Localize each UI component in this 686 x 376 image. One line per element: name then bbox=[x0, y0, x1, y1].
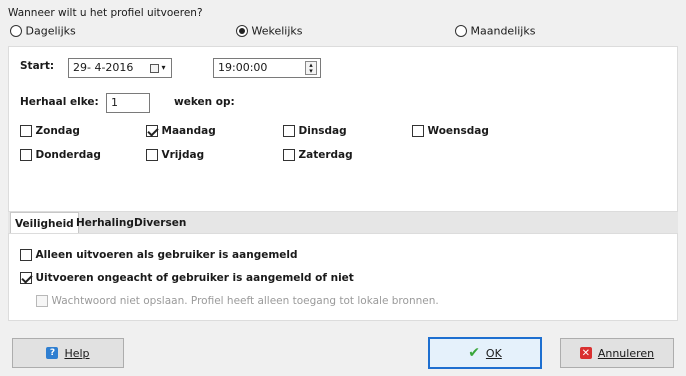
day-dinsdag-label: Dinsdag bbox=[298, 125, 347, 137]
checkbox-dinsdag[interactable] bbox=[283, 125, 295, 137]
checkbox-woensdag[interactable] bbox=[412, 125, 424, 137]
cancel-button-label: Annuleren bbox=[597, 346, 655, 360]
checkbox-vrijdag[interactable] bbox=[146, 149, 158, 161]
repeat-interval-input[interactable]: 1 bbox=[106, 93, 150, 113]
day-donderdag-label: Donderdag bbox=[35, 149, 101, 161]
time-field[interactable]: 19:00:00 ▴ ▾ bbox=[213, 58, 321, 78]
date-value: 29- 4-2016 bbox=[73, 61, 134, 74]
radio-wekelijks-indicator[interactable] bbox=[236, 25, 248, 37]
day-zondag[interactable]: Zondag bbox=[20, 124, 80, 137]
radio-wekelijks-label: Wekelijks bbox=[251, 24, 303, 38]
close-icon: ✕ bbox=[579, 347, 592, 359]
day-zaterdag[interactable]: Zaterdag bbox=[283, 148, 353, 161]
help-icon: ? bbox=[46, 347, 59, 359]
date-picker[interactable]: 29- 4-2016 ▾ bbox=[68, 58, 172, 78]
day-dinsdag[interactable]: Dinsdag bbox=[283, 124, 347, 137]
option-regardless[interactable]: Uitvoeren ongeacht of gebruiker is aange… bbox=[20, 271, 354, 284]
radio-dagelijks-indicator[interactable] bbox=[10, 25, 22, 37]
radio-dagelijks-label: Dagelijks bbox=[25, 24, 76, 38]
checkbox-regardless[interactable] bbox=[20, 272, 32, 284]
checkmark-icon: ✔ bbox=[468, 345, 480, 361]
radio-wekelijks[interactable]: Wekelijks bbox=[236, 24, 303, 38]
help-button[interactable]: ? Help bbox=[12, 338, 124, 368]
time-spinner-icon[interactable]: ▴ ▾ bbox=[305, 61, 317, 75]
day-vrijdag[interactable]: Vrijdag bbox=[146, 148, 204, 161]
radio-maandelijks-indicator[interactable] bbox=[455, 25, 467, 37]
radio-dagelijks[interactable]: Dagelijks bbox=[10, 24, 76, 38]
tab-veiligheid[interactable]: Veiligheid bbox=[10, 212, 79, 234]
day-donderdag[interactable]: Donderdag bbox=[20, 148, 101, 161]
option-only-logged-on[interactable]: Alleen uitvoeren als gebruiker is aangem… bbox=[20, 248, 298, 261]
day-zaterdag-label: Zaterdag bbox=[298, 149, 353, 161]
time-value: 19:00:00 bbox=[218, 61, 268, 74]
option-no-password: Wachtwoord niet opslaan. Profiel heeft a… bbox=[36, 294, 439, 307]
checkbox-zondag[interactable] bbox=[20, 125, 32, 137]
tab-diversen[interactable]: Diversen bbox=[130, 212, 190, 234]
tab-herhaling[interactable]: Herhaling bbox=[72, 212, 138, 234]
option-only-logged-on-label: Alleen uitvoeren als gebruiker is aangem… bbox=[35, 249, 298, 261]
day-woensdag-label: Woensdag bbox=[427, 125, 489, 137]
tab-bar: Veiligheid Herhaling Diversen bbox=[8, 212, 678, 234]
day-maandag[interactable]: Maandag bbox=[146, 124, 216, 137]
calendar-dropdown-icon[interactable]: ▾ bbox=[148, 61, 168, 75]
checkbox-only-logged-on[interactable] bbox=[20, 249, 32, 261]
checkbox-maandag[interactable] bbox=[146, 125, 158, 137]
question-label: Wanneer wilt u het profiel uitvoeren? bbox=[8, 7, 203, 19]
ok-button-label: OK bbox=[485, 346, 502, 360]
cancel-button[interactable]: ✕ Annuleren bbox=[560, 338, 674, 368]
repeat-interval-value: 1 bbox=[111, 96, 118, 109]
radio-maandelijks[interactable]: Maandelijks bbox=[455, 24, 535, 38]
start-label: Start: bbox=[20, 60, 55, 72]
option-regardless-label: Uitvoeren ongeacht of gebruiker is aange… bbox=[35, 272, 354, 284]
checkbox-donderdag[interactable] bbox=[20, 149, 32, 161]
help-button-label: Help bbox=[64, 346, 90, 360]
repeat-label: Herhaal elke: bbox=[20, 96, 99, 108]
checkbox-zaterdag[interactable] bbox=[283, 149, 295, 161]
day-woensdag[interactable]: Woensdag bbox=[412, 124, 489, 137]
ok-button[interactable]: ✔ OK bbox=[428, 337, 542, 369]
option-no-password-label: Wachtwoord niet opslaan. Profiel heeft a… bbox=[51, 295, 439, 307]
radio-maandelijks-label: Maandelijks bbox=[470, 24, 536, 38]
day-maandag-label: Maandag bbox=[161, 125, 216, 137]
day-vrijdag-label: Vrijdag bbox=[161, 149, 205, 161]
weeks-on-label: weken op: bbox=[174, 96, 235, 108]
day-zondag-label: Zondag bbox=[35, 125, 80, 137]
checkbox-no-password bbox=[36, 295, 48, 307]
